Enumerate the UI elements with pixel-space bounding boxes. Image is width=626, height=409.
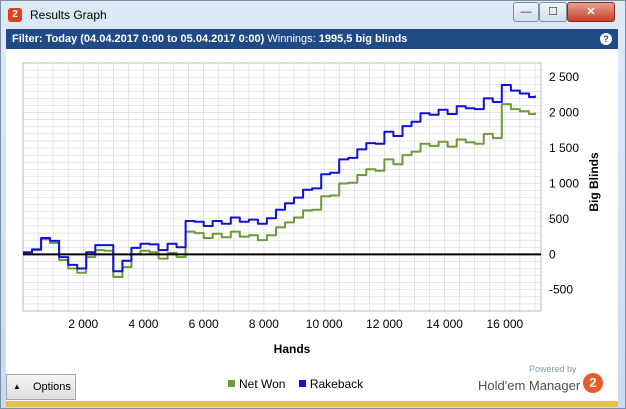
results-chart: 2 000 4 000 6 000 8 000 10 000 12 000 14 000 16… [22,62,601,356]
y-tick-label: 1 000 [549,176,579,190]
y-tick-label: 500 [549,212,569,226]
options-label: Options [33,381,71,393]
powered-by-text: Powered by [529,364,577,374]
y-tick-label: 1 500 [549,141,579,155]
x-tick-label: 8 000 [249,317,279,331]
taskbar-strip [6,401,618,407]
brand-logo-icon: 2 [583,373,603,393]
x-tick-label: 10 000 [306,317,343,331]
legend-label-net-won: Net Won [239,377,286,391]
minimize-button[interactable]: — [513,2,539,22]
y-tick-label: 2 500 [549,70,579,84]
app-logo-icon: 2 [8,8,22,22]
y-axis-label: Big Blinds [587,152,601,212]
y-tick-label: -500 [549,283,573,297]
legend-item-net-won: Net Won [228,377,285,391]
maximize-button[interactable]: ☐ [539,2,567,22]
winnings-value: 1995,5 big blinds [318,33,408,45]
results-graph-window: 2 Results Graph — ☐ ✕ Filter: Today (04.… [0,0,626,409]
chevron-up-icon: ▲ [13,382,21,391]
filter-bar: Filter: Today (04.04.2017 0:00 to 05.04.… [6,29,618,49]
close-button[interactable]: ✕ [567,2,615,22]
x-tick-label: 14 000 [426,317,463,331]
filter-value: Today (04.04.2017 0:00 to 05.04.2017 0:0… [45,33,265,45]
graph-area: 2 000 4 000 6 000 8 000 10 000 12 000 14 000 16… [6,49,618,371]
title-bar[interactable]: 2 Results Graph — ☐ ✕ [1,1,625,29]
x-tick-label: 4 000 [128,317,158,331]
chart-legend: Net Won Rakeback [228,377,373,391]
legend-item-rakeback: Rakeback [298,377,364,391]
x-tick-label: 2 000 [68,317,98,331]
winnings-label: Winnings: [267,33,316,45]
plot-frame [22,62,542,312]
bottom-bar: ▲ Options Net Won Rakeback Powered by Ho… [6,364,618,401]
brand-name: Hold'em Manager [478,378,581,393]
legend-label-rakeback: Rakeback [309,377,364,391]
y-tick-label: 0 [549,247,556,261]
help-icon[interactable]: ? [600,33,612,45]
options-button[interactable]: ▲ Options [6,374,76,400]
window-title: Results Graph [30,8,107,22]
legend-swatch-rakeback [298,380,306,387]
x-tick-label: 6 000 [189,317,219,331]
x-axis-label: Hands [274,342,311,356]
filter-label: Filter: [12,33,43,45]
legend-swatch-net-won [228,380,235,387]
x-tick-label: 16 000 [487,317,524,331]
y-tick-label: 2 000 [549,106,579,120]
x-tick-label: 12 000 [366,317,403,331]
filter-summary: Filter: Today (04.04.2017 0:00 to 05.04.… [12,29,407,49]
